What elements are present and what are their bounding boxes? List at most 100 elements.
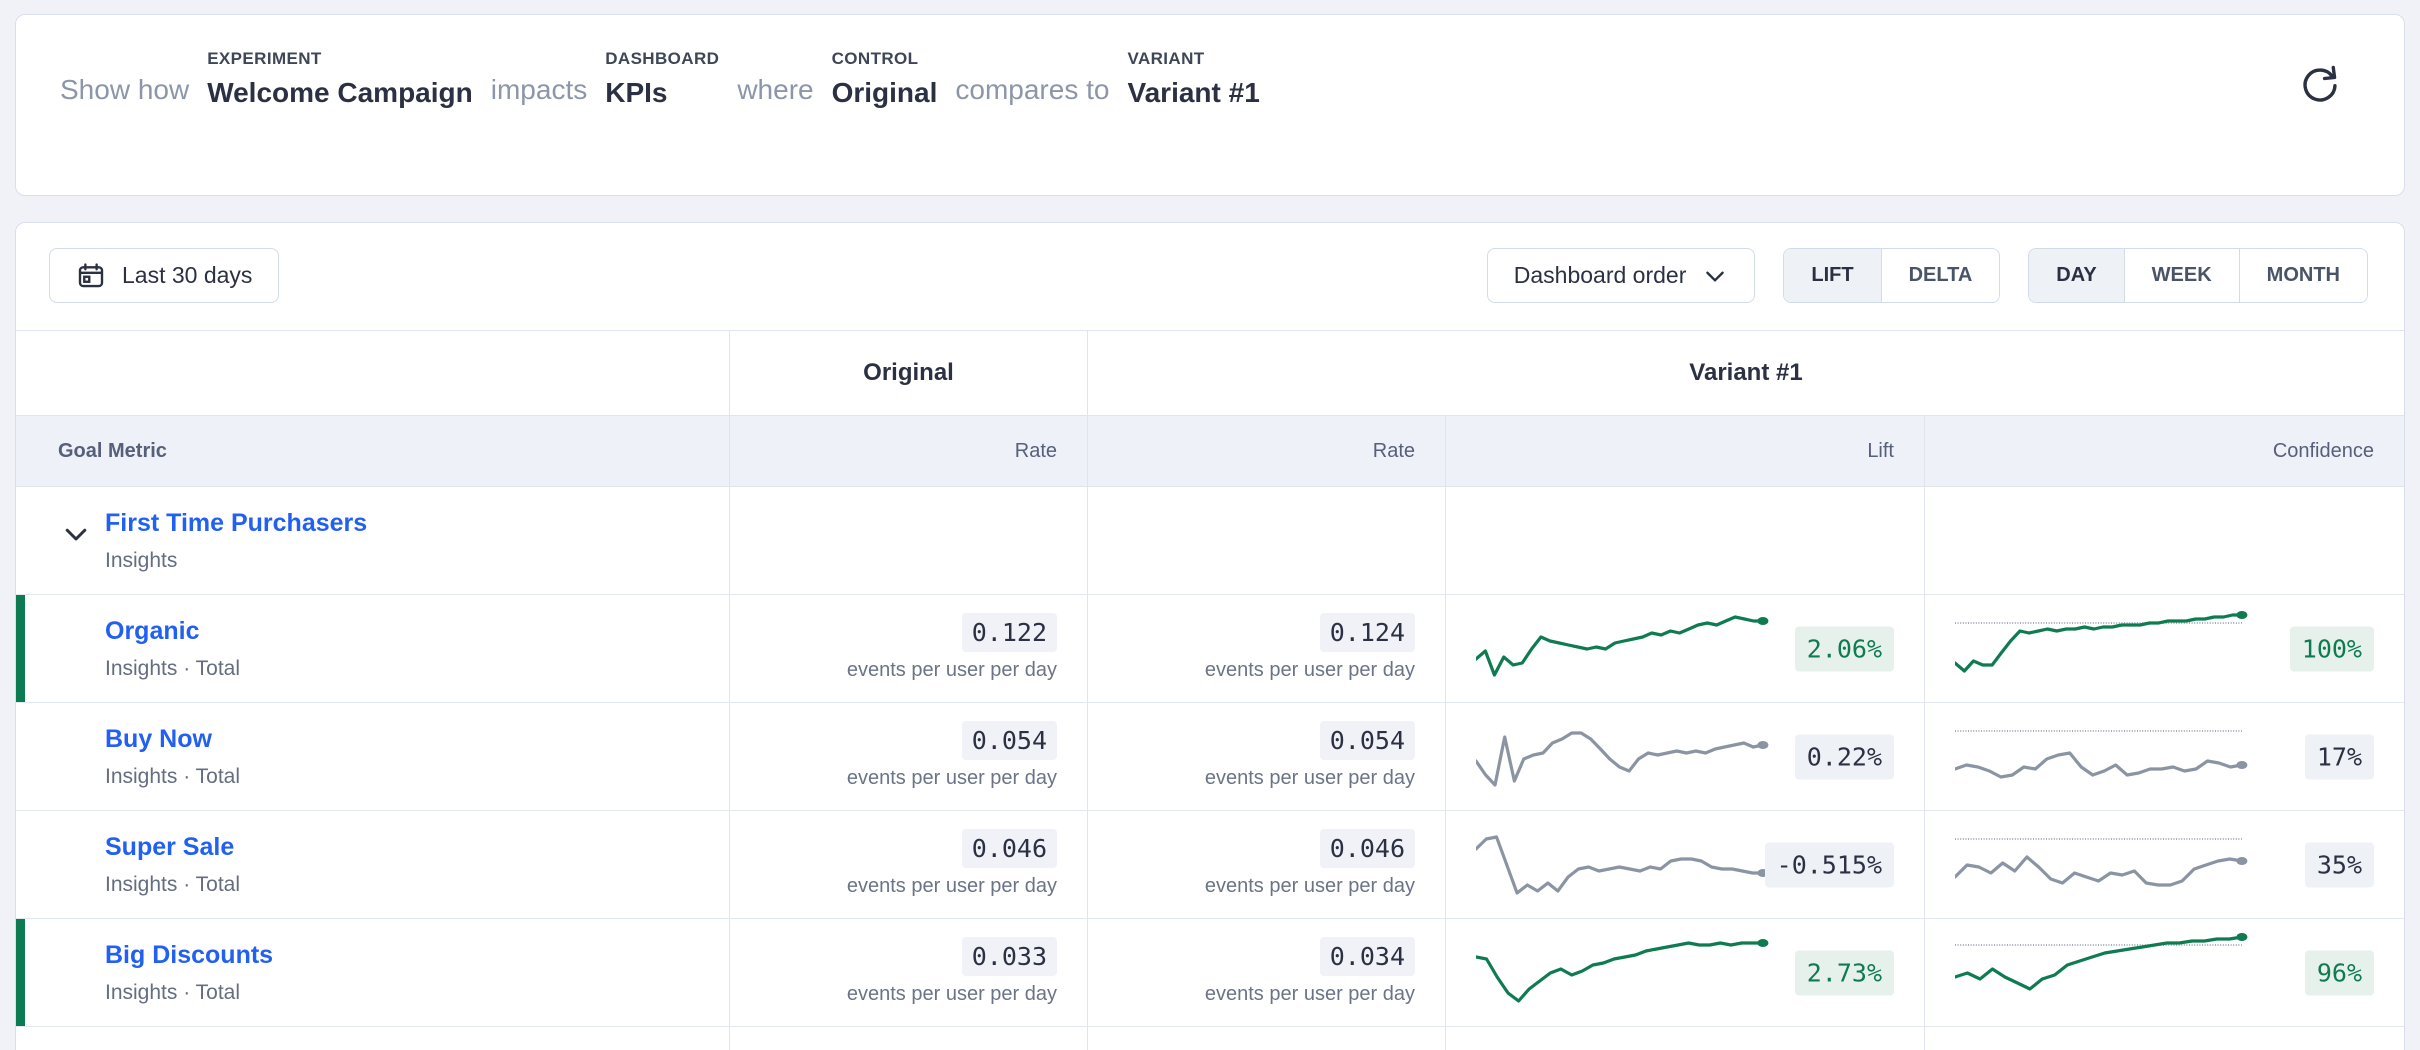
confidence-value: 35% <box>2305 842 2374 887</box>
rate-unit: events per user per day <box>730 983 1057 1006</box>
variant-value[interactable]: Variant #1 <box>1127 78 1259 109</box>
group-header-empty <box>16 331 729 415</box>
experiment-phrase: Show how EXPERIMENT Welcome Campaign imp… <box>16 15 2404 109</box>
toggle-delta[interactable]: DELTA <box>1881 249 2000 302</box>
parent-metric-link[interactable]: First Time Purchasers <box>105 509 367 538</box>
phrase-text: Show how <box>60 74 189 109</box>
rate-unit: events per user per day <box>1088 659 1415 682</box>
lift-cell: 2.06% <box>1445 595 1924 702</box>
toggle-day[interactable]: DAY <box>2029 249 2123 302</box>
report-toolbar: Last 30 days Dashboard order LIFT DELTA … <box>16 223 2404 330</box>
confidence-cell: 17% <box>1924 703 2404 810</box>
table-row: Buy Now Insights · Total 0.054 events pe… <box>16 703 2404 811</box>
lift-cell: 0.22% <box>1445 703 1924 810</box>
report-card: Last 30 days Dashboard order LIFT DELTA … <box>15 222 2405 1050</box>
control-rate-value: 0.054 <box>962 721 1057 760</box>
group-header-variant: Variant #1 <box>1087 331 2404 415</box>
variant-rate-cell: 0.124 events per user per day <box>1087 595 1445 702</box>
table-row: Organic Insights · Total 0.122 events pe… <box>16 595 2404 703</box>
control-rate-cell: 0.054 events per user per day <box>729 703 1087 810</box>
rate-unit: events per user per day <box>730 767 1057 790</box>
variant-rate-cell: 0.054 events per user per day <box>1087 703 1445 810</box>
metric-cell: Super Sale Insights · Total <box>16 811 729 918</box>
lift-sparkline <box>1476 609 1778 689</box>
rate-unit: events per user per day <box>1088 767 1415 790</box>
control-value[interactable]: Original <box>832 78 938 109</box>
metric-link[interactable]: Big Discounts <box>105 941 273 970</box>
confidence-sparkline <box>1955 933 2257 1013</box>
control-rate-value: 0.046 <box>962 829 1057 868</box>
metric-link[interactable]: Super Sale <box>105 833 234 862</box>
variant-rate-cell: 0.046 events per user per day <box>1087 811 1445 918</box>
phrase-text: impacts <box>491 74 587 109</box>
toggle-month[interactable]: MONTH <box>2239 249 2367 302</box>
lift-value: -0.515% <box>1765 842 1894 887</box>
table-row-partial <box>16 1027 2404 1050</box>
lift-cell: 2.73% <box>1445 919 1924 1026</box>
lift-value: 2.06% <box>1795 626 1894 671</box>
col-goal-metric: Goal Metric <box>16 416 729 486</box>
date-range-button[interactable]: Last 30 days <box>49 248 279 303</box>
control-rate-value: 0.033 <box>962 937 1057 976</box>
toggle-lift[interactable]: LIFT <box>1784 249 1880 302</box>
rate-unit: events per user per day <box>1088 875 1415 898</box>
toggle-week[interactable]: WEEK <box>2124 249 2239 302</box>
parent-metric-cell: First Time Purchasers Insights <box>16 487 729 594</box>
variant-selector[interactable]: VARIANT Variant #1 <box>1127 49 1259 109</box>
control-rate-value: 0.122 <box>962 613 1057 652</box>
experiment-selector[interactable]: EXPERIMENT Welcome Campaign <box>207 49 473 109</box>
confidence-cell: 96% <box>1924 919 2404 1026</box>
confidence-sparkline <box>1955 825 2257 905</box>
metric-cell: Buy Now Insights · Total <box>16 703 729 810</box>
variant-rate-cell: 0.034 events per user per day <box>1087 919 1445 1026</box>
variant-rate-value: 0.124 <box>1320 613 1415 652</box>
phrase-text: compares to <box>955 74 1109 109</box>
confidence-cell: 35% <box>1924 811 2404 918</box>
confidence-value: 17% <box>2305 734 2374 779</box>
control-rate-cell: 0.122 events per user per day <box>729 595 1087 702</box>
dashboard-order-label: Dashboard order <box>1514 262 1687 289</box>
dashboard-selector[interactable]: DASHBOARD KPIs <box>605 49 719 109</box>
collapse-chevron-icon[interactable] <box>61 519 91 549</box>
confidence-value: 96% <box>2305 950 2374 995</box>
dashboard-value[interactable]: KPIs <box>605 78 719 109</box>
metric-cell: Organic Insights · Total <box>16 595 729 702</box>
col-variant-rate: Rate <box>1087 416 1445 486</box>
lift-delta-toggle: LIFT DELTA <box>1783 248 2000 303</box>
chevron-down-icon <box>1702 263 1728 289</box>
confidence-cell: 100% <box>1924 595 2404 702</box>
metric-cell: Big Discounts Insights · Total <box>16 919 729 1026</box>
refresh-button[interactable] <box>2294 59 2346 111</box>
rate-unit: events per user per day <box>730 659 1057 682</box>
experiment-value[interactable]: Welcome Campaign <box>207 78 473 109</box>
confidence-value: 100% <box>2290 626 2374 671</box>
phrase-text: where <box>737 74 813 109</box>
confidence-sparkline <box>1955 717 2257 797</box>
metric-link[interactable]: Buy Now <box>105 725 212 754</box>
col-confidence: Confidence <box>1924 416 2404 486</box>
calendar-icon <box>76 261 106 291</box>
table-row: Super Sale Insights · Total 0.046 events… <box>16 811 2404 919</box>
metric-subtitle: Insights · Total <box>105 765 729 789</box>
metric-link[interactable]: Organic <box>105 617 199 646</box>
metric-subtitle: Insights · Total <box>105 873 729 897</box>
rate-unit: events per user per day <box>730 875 1057 898</box>
col-lift: Lift <box>1445 416 1924 486</box>
metric-subtitle: Insights · Total <box>105 981 729 1005</box>
dashboard-label: DASHBOARD <box>605 49 719 69</box>
refresh-icon <box>2294 59 2346 111</box>
granularity-toggle: DAY WEEK MONTH <box>2028 248 2368 303</box>
lift-cell: -0.515% <box>1445 811 1924 918</box>
rate-unit: events per user per day <box>1088 983 1415 1006</box>
table-row: Big Discounts Insights · Total 0.033 eve… <box>16 919 2404 1027</box>
variant-rate-value: 0.054 <box>1320 721 1415 760</box>
lift-sparkline <box>1476 825 1778 905</box>
variant-label: VARIANT <box>1127 49 1259 69</box>
control-selector[interactable]: CONTROL Original <box>832 49 938 109</box>
date-range-label: Last 30 days <box>122 262 252 289</box>
group-header-control: Original <box>729 331 1087 415</box>
dashboard-order-dropdown[interactable]: Dashboard order <box>1487 248 1756 303</box>
table-column-header: Goal Metric Rate Rate Lift Confidence <box>16 415 2404 487</box>
lift-sparkline <box>1476 717 1778 797</box>
control-rate-cell: 0.046 events per user per day <box>729 811 1087 918</box>
